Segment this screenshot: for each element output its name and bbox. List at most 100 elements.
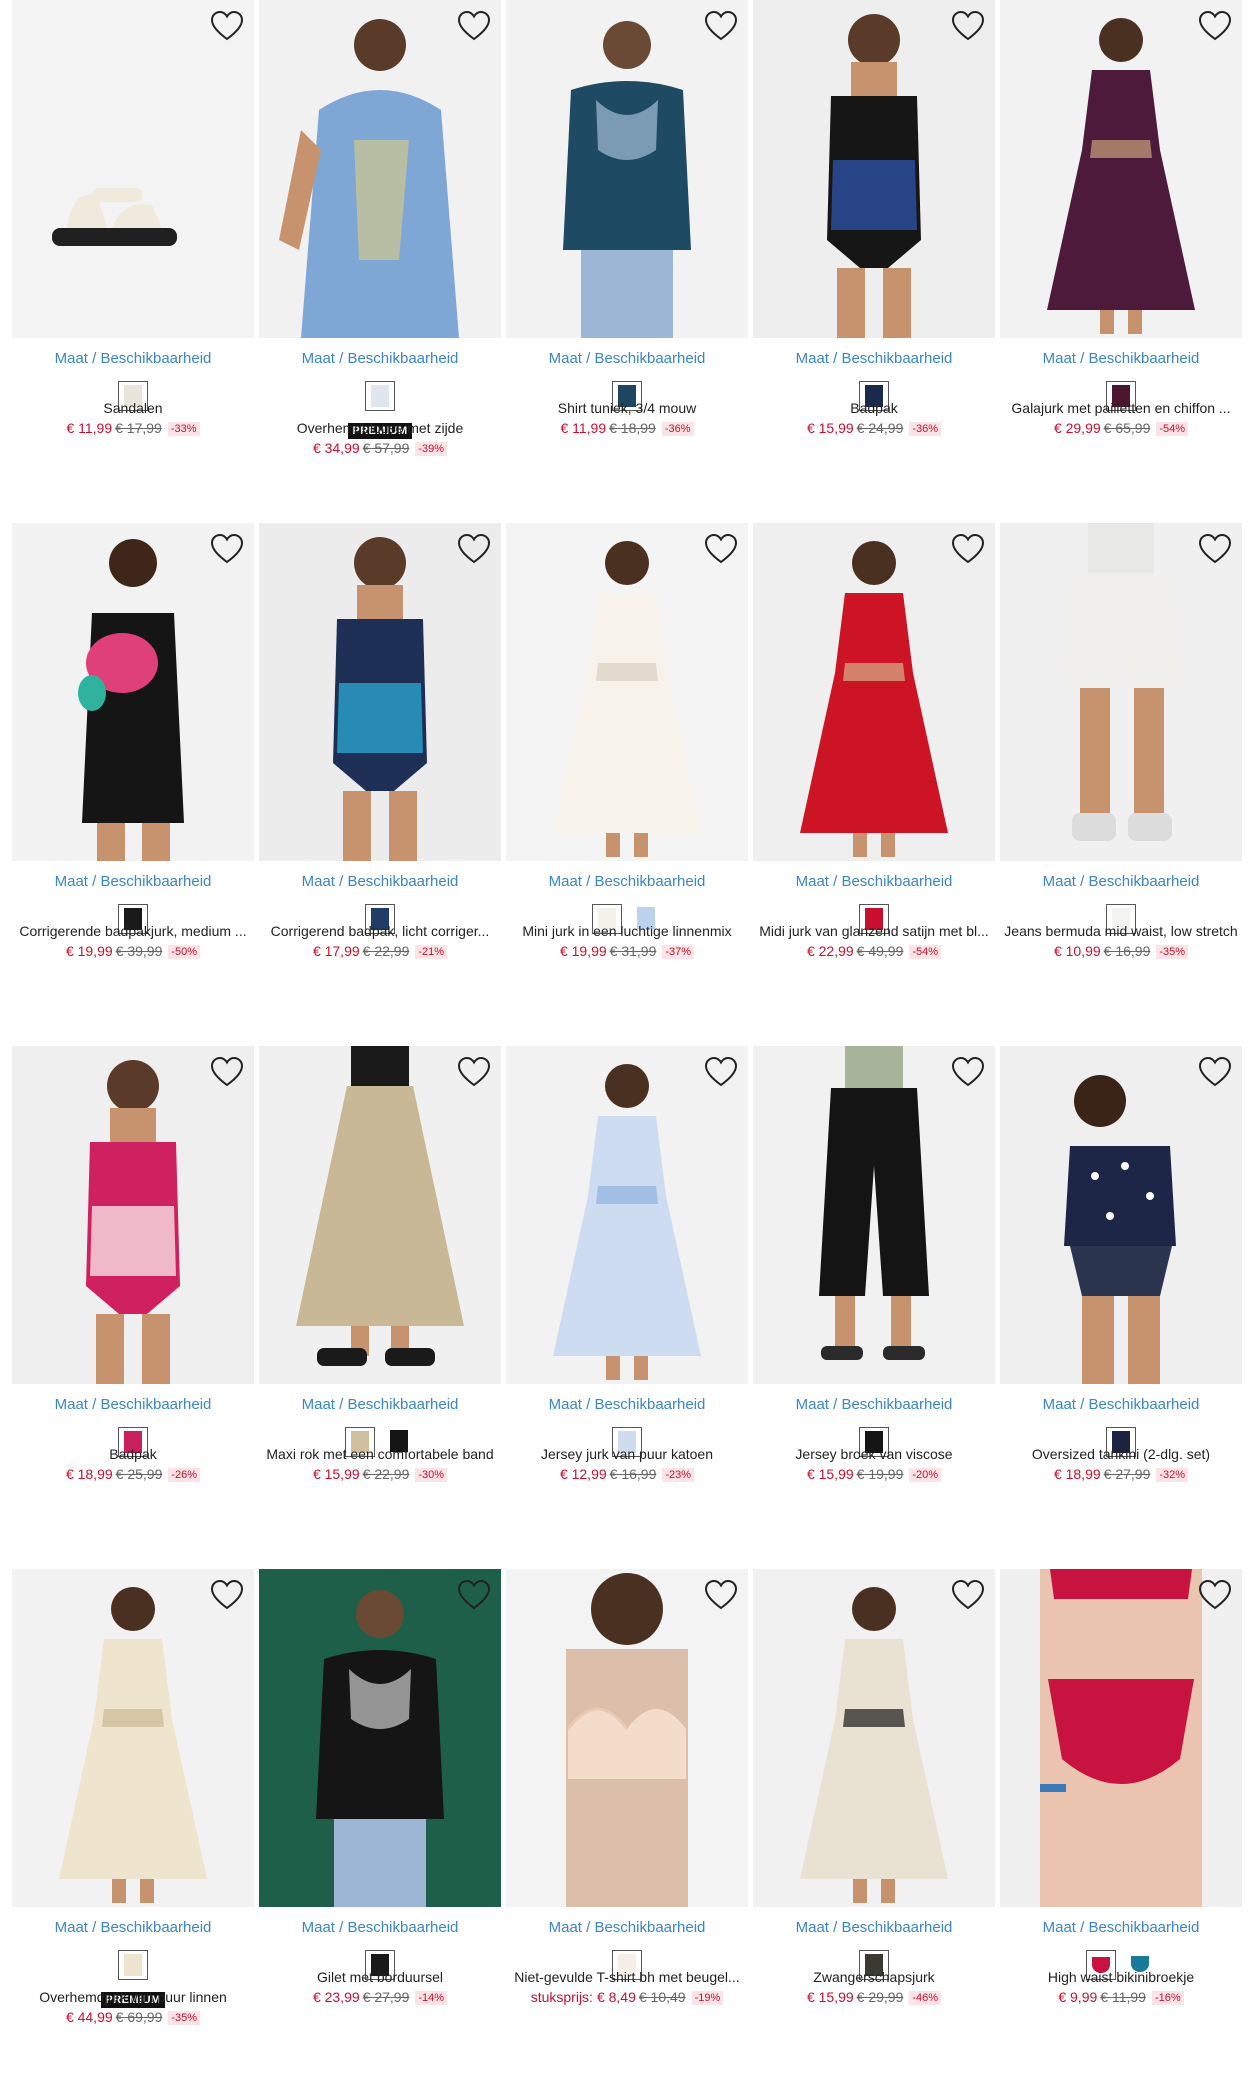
product-name[interactable]: Corrigerend badpak, licht corriger... [259,923,501,939]
size-availability-link[interactable]: Maat / Beschikbaarheid [753,1919,995,1936]
product-image[interactable] [506,523,748,861]
product-name[interactable]: Overhemdjurk van puur linnen [12,1989,254,2005]
size-availability-link[interactable]: Maat / Beschikbaarheid [259,350,501,367]
product-image[interactable] [506,0,748,338]
product-image[interactable] [1000,1046,1242,1384]
wishlist-heart-icon[interactable] [1198,10,1232,42]
product-image[interactable] [1000,1569,1242,1907]
product-name[interactable]: Jeans bermuda mid waist, low stretch [1000,923,1242,939]
product-card[interactable]: Maat / Beschikbaarheid Badpak € 18,99 € 25,… [12,1046,254,1568]
wishlist-heart-icon[interactable] [457,1056,491,1088]
product-card[interactable]: Maat / Beschikbaarheid Oversized tankini … [1000,1046,1242,1568]
product-image[interactable] [259,523,501,861]
product-card[interactable]: Maat / Beschikbaarheid Zwangerschapsjurk €… [753,1569,995,2091]
product-image[interactable] [753,1569,995,1907]
product-card[interactable]: Maat / Beschikbaarheid Sandalen € 11,99 € 1… [12,0,254,522]
size-availability-link[interactable]: Maat / Beschikbaarheid [12,1396,254,1413]
color-swatch[interactable] [365,381,395,411]
product-image[interactable] [506,1046,748,1384]
product-name[interactable]: Midi jurk van glanzend satijn met bl... [753,923,995,939]
product-card[interactable]: Maat / Beschikbaarheid PREMIUM Overhemdblo… [259,0,501,522]
product-card[interactable]: Maat / Beschikbaarheid Badpak € 15,99 € 24,… [753,0,995,522]
product-name[interactable]: Oversized tankini (2-dlg. set) [1000,1446,1242,1462]
product-name[interactable]: Mini jurk in een luchtige linnenmix [506,923,748,939]
product-name[interactable]: Overhemdblouse met zijde [259,420,501,436]
product-name[interactable]: High waist bikinibroekje [1000,1969,1242,1985]
product-name[interactable]: Badpak [12,1446,254,1462]
wishlist-heart-icon[interactable] [1198,1579,1232,1611]
wishlist-heart-icon[interactable] [1198,533,1232,565]
wishlist-heart-icon[interactable] [457,1579,491,1611]
product-name[interactable]: Sandalen [12,400,254,416]
wishlist-heart-icon[interactable] [704,1056,738,1088]
wishlist-heart-icon[interactable] [1198,1056,1232,1088]
size-availability-link[interactable]: Maat / Beschikbaarheid [1000,873,1242,890]
product-image[interactable] [259,1046,501,1384]
product-card[interactable]: Maat / Beschikbaarheid Shirt tuniek, 3/4 … [506,0,748,522]
size-availability-link[interactable]: Maat / Beschikbaarheid [506,873,748,890]
product-image[interactable] [753,523,995,861]
product-name[interactable]: Badpak [753,400,995,416]
product-image[interactable] [12,1569,254,1907]
product-image[interactable] [259,0,501,338]
size-availability-link[interactable]: Maat / Beschikbaarheid [12,873,254,890]
product-card[interactable]: Maat / Beschikbaarheid Jersey broek van v… [753,1046,995,1568]
size-availability-link[interactable]: Maat / Beschikbaarheid [259,1396,501,1413]
product-card[interactable]: Maat / Beschikbaarheid Galajurk met paill… [1000,0,1242,522]
product-card[interactable]: Maat / Beschikbaarheid PREMIUM Overhemdjur… [12,1569,254,2091]
product-image[interactable] [753,1046,995,1384]
size-availability-link[interactable]: Maat / Beschikbaarheid [506,1919,748,1936]
product-image[interactable] [506,1569,748,1907]
size-availability-link[interactable]: Maat / Beschikbaarheid [12,350,254,367]
size-availability-link[interactable]: Maat / Beschikbaarheid [1000,1396,1242,1413]
product-name[interactable]: Jersey broek van viscose [753,1446,995,1462]
wishlist-heart-icon[interactable] [704,10,738,42]
product-name[interactable]: Maxi rok met een comfortabele band [259,1446,501,1462]
product-image[interactable] [12,0,254,338]
wishlist-heart-icon[interactable] [951,1579,985,1611]
product-card[interactable]: Maat / Beschikbaarheid Jeans bermuda mid … [1000,523,1242,1045]
product-name[interactable]: Corrigerende badpakjurk, medium ... [12,923,254,939]
wishlist-heart-icon[interactable] [951,533,985,565]
product-card[interactable]: Maat / Beschikbaarheid Gilet met borduurs… [259,1569,501,2091]
product-card[interactable]: Maat / Beschikbaarheid Corrigerende badpa… [12,523,254,1045]
wishlist-heart-icon[interactable] [210,1579,244,1611]
size-availability-link[interactable]: Maat / Beschikbaarheid [259,873,501,890]
wishlist-heart-icon[interactable] [210,1056,244,1088]
product-name[interactable]: Shirt tuniek, 3/4 mouw [506,400,748,416]
product-image[interactable] [259,1569,501,1907]
product-name[interactable]: Zwangerschapsjurk [753,1969,995,1985]
product-card[interactable]: Maat / Beschikbaarheid Corrigerend badpak… [259,523,501,1045]
size-availability-link[interactable]: Maat / Beschikbaarheid [1000,1919,1242,1936]
wishlist-heart-icon[interactable] [704,1579,738,1611]
product-name[interactable]: Niet-gevulde T-shirt bh met beugel... [506,1969,748,1985]
product-card[interactable]: Maat / Beschikbaarheid High waist bikinib… [1000,1569,1242,2091]
wishlist-heart-icon[interactable] [457,10,491,42]
product-card[interactable]: Maat / Beschikbaarheid Mini jurk in een l… [506,523,748,1045]
product-image[interactable] [753,0,995,338]
wishlist-heart-icon[interactable] [951,1056,985,1088]
product-card[interactable]: Maat / Beschikbaarheid Niet-gevulde T-shi… [506,1569,748,2091]
product-name[interactable]: Jersey jurk van puur katoen [506,1446,748,1462]
product-image[interactable] [1000,523,1242,861]
size-availability-link[interactable]: Maat / Beschikbaarheid [506,350,748,367]
wishlist-heart-icon[interactable] [704,533,738,565]
product-image[interactable] [1000,0,1242,338]
product-image[interactable] [12,523,254,861]
wishlist-heart-icon[interactable] [951,10,985,42]
size-availability-link[interactable]: Maat / Beschikbaarheid [753,873,995,890]
product-card[interactable]: Maat / Beschikbaarheid Midi jurk van glan… [753,523,995,1045]
product-name[interactable]: Gilet met borduursel [259,1969,501,1985]
size-availability-link[interactable]: Maat / Beschikbaarheid [753,350,995,367]
product-card[interactable]: Maat / Beschikbaarheid Maxi rok met een c… [259,1046,501,1568]
size-availability-link[interactable]: Maat / Beschikbaarheid [753,1396,995,1413]
wishlist-heart-icon[interactable] [210,533,244,565]
wishlist-heart-icon[interactable] [210,10,244,42]
color-swatch[interactable] [118,1950,148,1980]
size-availability-link[interactable]: Maat / Beschikbaarheid [12,1919,254,1936]
product-image[interactable] [12,1046,254,1384]
product-card[interactable]: Maat / Beschikbaarheid Jersey jurk van pu… [506,1046,748,1568]
size-availability-link[interactable]: Maat / Beschikbaarheid [1000,350,1242,367]
wishlist-heart-icon[interactable] [457,533,491,565]
size-availability-link[interactable]: Maat / Beschikbaarheid [506,1396,748,1413]
